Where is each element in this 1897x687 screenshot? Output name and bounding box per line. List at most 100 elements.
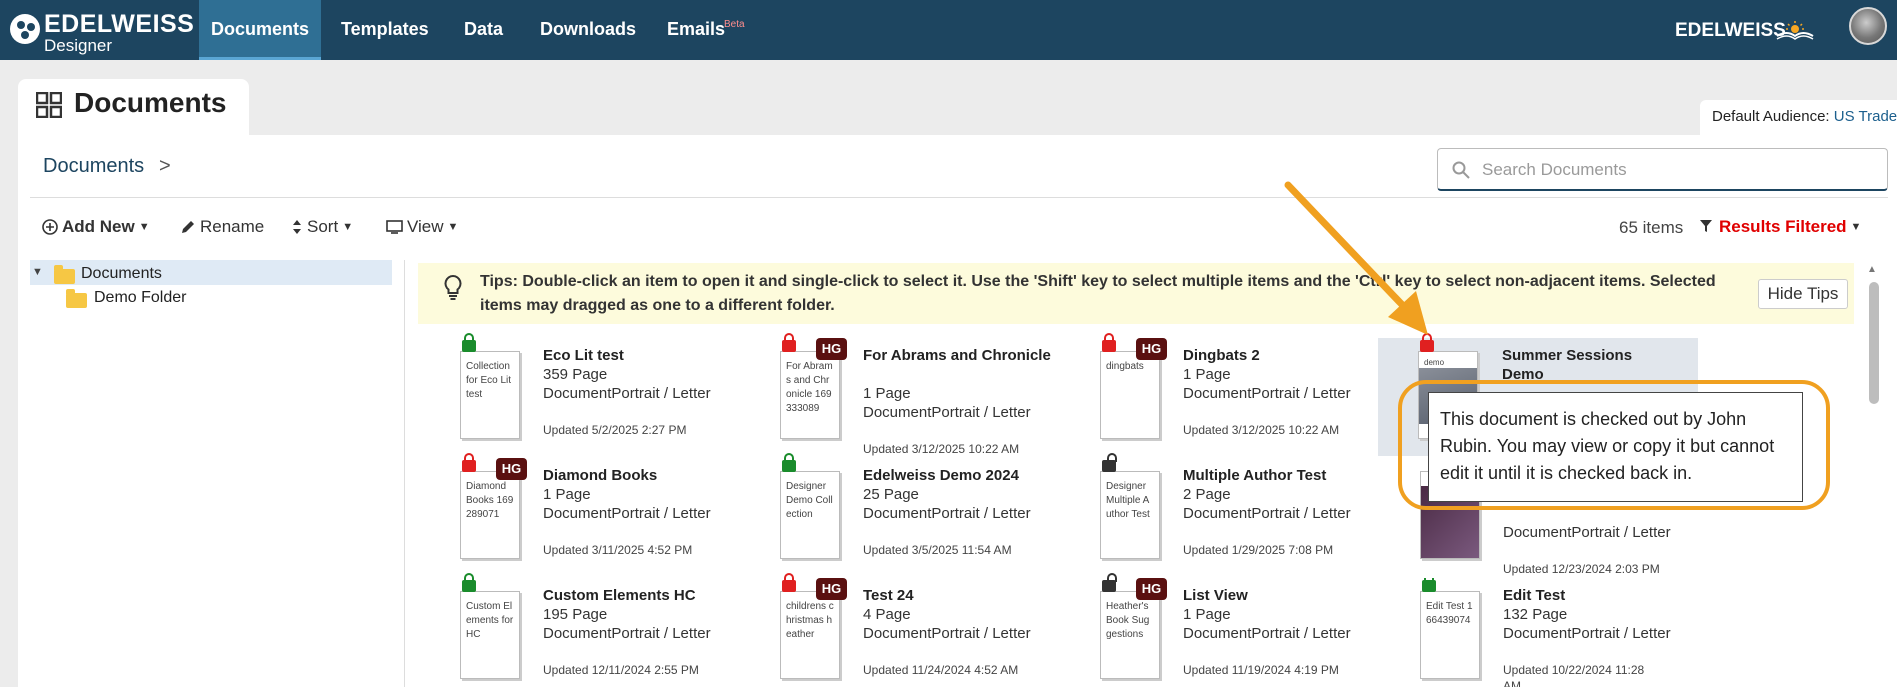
sort-icon xyxy=(293,220,301,234)
document-card[interactable]: Diamond Books 169289071 HG Diamond Books… xyxy=(448,453,748,578)
document-title: For Abrams and Chronicle xyxy=(863,347,1051,364)
document-card[interactable]: Designer Demo Collection Edelweiss Demo … xyxy=(768,453,1068,578)
lightbulb-icon xyxy=(444,274,462,300)
filter-icon xyxy=(1700,220,1712,232)
document-format: DocumentPortrait / Letter xyxy=(863,625,1031,642)
chevron-down-icon: ▼ xyxy=(447,221,459,233)
locked-red-lock-icon xyxy=(462,453,476,472)
document-format: DocumentPortrait / Letter xyxy=(1503,625,1671,642)
document-pages: 1 Page xyxy=(1183,606,1231,623)
document-title: Edelweiss Demo 2024 xyxy=(863,467,1019,484)
tab-documents[interactable]: Documents xyxy=(199,0,322,60)
add-new-button[interactable]: Add New ▼ xyxy=(42,217,150,237)
document-thumbnail: Custom Elements for HC xyxy=(460,591,520,679)
results-filtered-button[interactable]: Results Filtered ▼ xyxy=(1699,217,1861,237)
thumbnail-text: childrens christmas heather xyxy=(786,601,834,640)
document-title: Edit Test xyxy=(1503,587,1566,604)
logo-title: EDELWEISS xyxy=(44,10,195,38)
document-card[interactable]: For Abrams and Chronicle 169333089 HG Fo… xyxy=(768,333,1068,458)
document-card[interactable]: Designer Multiple Author Test Multiple A… xyxy=(1088,453,1388,578)
user-avatar[interactable] xyxy=(1849,7,1887,45)
rename-button[interactable]: Rename xyxy=(180,217,264,237)
tree-expand-arrow-icon[interactable]: ▼ xyxy=(32,266,43,278)
document-updated: Updated 1/29/2025 7:08 PM xyxy=(1183,543,1334,557)
logo-subtitle: Designer xyxy=(44,36,113,55)
folder-icon xyxy=(54,265,75,284)
document-updated: Updated 3/5/2025 11:54 AM xyxy=(863,543,1012,557)
audience-value-link[interactable]: US Trade xyxy=(1834,108,1897,125)
scroll-up-arrow-icon[interactable]: ▲ xyxy=(1867,264,1877,275)
document-card[interactable]: Custom Elements for HC Custom Elements H… xyxy=(448,573,748,687)
tree-item-documents[interactable]: Documents xyxy=(81,265,162,283)
document-card[interactable]: childrens christmas heather HG Test 24 4… xyxy=(768,573,1068,687)
locked-red-lock-icon xyxy=(782,333,796,352)
chevron-down-icon: ▼ xyxy=(138,221,150,233)
monitor-icon xyxy=(386,220,403,234)
search-box[interactable] xyxy=(1437,148,1888,191)
view-button[interactable]: View ▼ xyxy=(386,217,458,237)
hg-badge: HG xyxy=(1136,338,1167,360)
tab-emails-label: Emails xyxy=(667,19,726,39)
document-thumbnail: Heather's Book Suggestions xyxy=(1100,591,1160,679)
thumbnail-text: Designer Demo Collection xyxy=(786,481,833,520)
tab-emails[interactable]: Emails xyxy=(667,0,725,60)
thumbnail-text: Collection for Eco Lit test xyxy=(466,361,512,400)
unlocked-green-lock-icon xyxy=(782,453,796,472)
document-format: DocumentPortrait / Letter xyxy=(863,404,1031,421)
scrollbar-thumb[interactable] xyxy=(1869,282,1879,404)
document-title: Summer Sessions Demo xyxy=(1502,347,1633,383)
document-card[interactable]: Heather's Book Suggestions HG List View … xyxy=(1088,573,1388,687)
unlocked-lock-icon xyxy=(1102,453,1117,472)
chevron-down-icon: ▼ xyxy=(1850,221,1862,233)
document-thumbnail: childrens christmas heather xyxy=(780,591,840,679)
tips-text: Tips: Double-click an item to open it an… xyxy=(480,273,1716,314)
document-card[interactable]: dingbats HG Dingbats 2 1 Page DocumentPo… xyxy=(1088,333,1388,458)
thumbnail-text: Designer Multiple Author Test xyxy=(1106,481,1150,520)
default-audience: Default Audience: US Trade xyxy=(1700,100,1897,136)
document-pages: 132 Page xyxy=(1503,606,1568,623)
document-updated: Updated 3/11/2025 4:52 PM xyxy=(543,543,693,557)
document-card[interactable]: Edit Test 166439074 Edit Test 132 Page D… xyxy=(1408,578,1708,687)
document-card[interactable]: Collection for Eco Lit test Eco Lit test… xyxy=(448,333,748,458)
sort-button[interactable]: Sort ▼ xyxy=(291,217,353,237)
document-format: DocumentPortrait / Letter xyxy=(1183,385,1351,402)
tab-data[interactable]: Data xyxy=(464,0,503,60)
document-thumbnail: Diamond Books 169289071 xyxy=(460,471,520,559)
folder-icon xyxy=(66,289,87,308)
document-thumbnail: Collection for Eco Lit test xyxy=(460,351,520,439)
document-title: List View xyxy=(1183,587,1248,604)
rename-label: Rename xyxy=(200,217,265,236)
pencil-icon xyxy=(182,221,194,233)
edelweiss-brand: EDELWEISS xyxy=(1675,20,1786,41)
tree-item-demo-folder[interactable]: Demo Folder xyxy=(94,289,186,307)
chevron-down-icon: ▼ xyxy=(342,221,354,233)
tab-downloads[interactable]: Downloads xyxy=(540,0,636,60)
document-format: DocumentPortrait / Letter xyxy=(543,385,711,402)
document-format: DocumentPortrait / Letter xyxy=(543,505,711,522)
tab-templates[interactable]: Templates xyxy=(341,0,429,60)
search-input[interactable] xyxy=(1482,157,1872,183)
audience-label: Default Audience: xyxy=(1712,108,1830,125)
thumbnail-text: dingbats xyxy=(1106,361,1144,372)
breadcrumb-documents[interactable]: Documents xyxy=(43,155,144,178)
document-pages: 1 Page xyxy=(543,486,591,503)
document-updated: Updated 10/22/2024 11:28 AM xyxy=(1503,663,1645,687)
document-updated: Updated 11/24/2024 4:52 AM xyxy=(863,663,1019,677)
document-format: DocumentPortrait / Letter xyxy=(1183,505,1351,522)
document-title: Diamond Books xyxy=(543,467,658,484)
document-format: DocumentPortrait / Letter xyxy=(1183,625,1351,642)
document-title: Custom Elements HC xyxy=(543,587,696,604)
document-thumbnail: For Abrams and Chronicle 169333089 xyxy=(780,351,840,439)
hide-tips-button[interactable]: Hide Tips xyxy=(1758,279,1848,309)
document-pages: 1 Page xyxy=(863,385,911,402)
document-thumbnail: dingbats xyxy=(1100,351,1160,439)
toolbar-divider xyxy=(30,197,1888,198)
document-title: Dingbats 2 xyxy=(1183,347,1260,364)
thumbnail-text: Heather's Book Suggestions xyxy=(1106,601,1150,640)
unlocked-green-lock-icon xyxy=(1422,578,1436,592)
hg-badge: HG xyxy=(816,338,847,360)
document-title: Multiple Author Test xyxy=(1183,467,1327,484)
palette-icon xyxy=(10,14,40,44)
beta-badge: Beta xyxy=(724,19,745,30)
thumbnail-text: Custom Elements for HC xyxy=(466,601,514,640)
